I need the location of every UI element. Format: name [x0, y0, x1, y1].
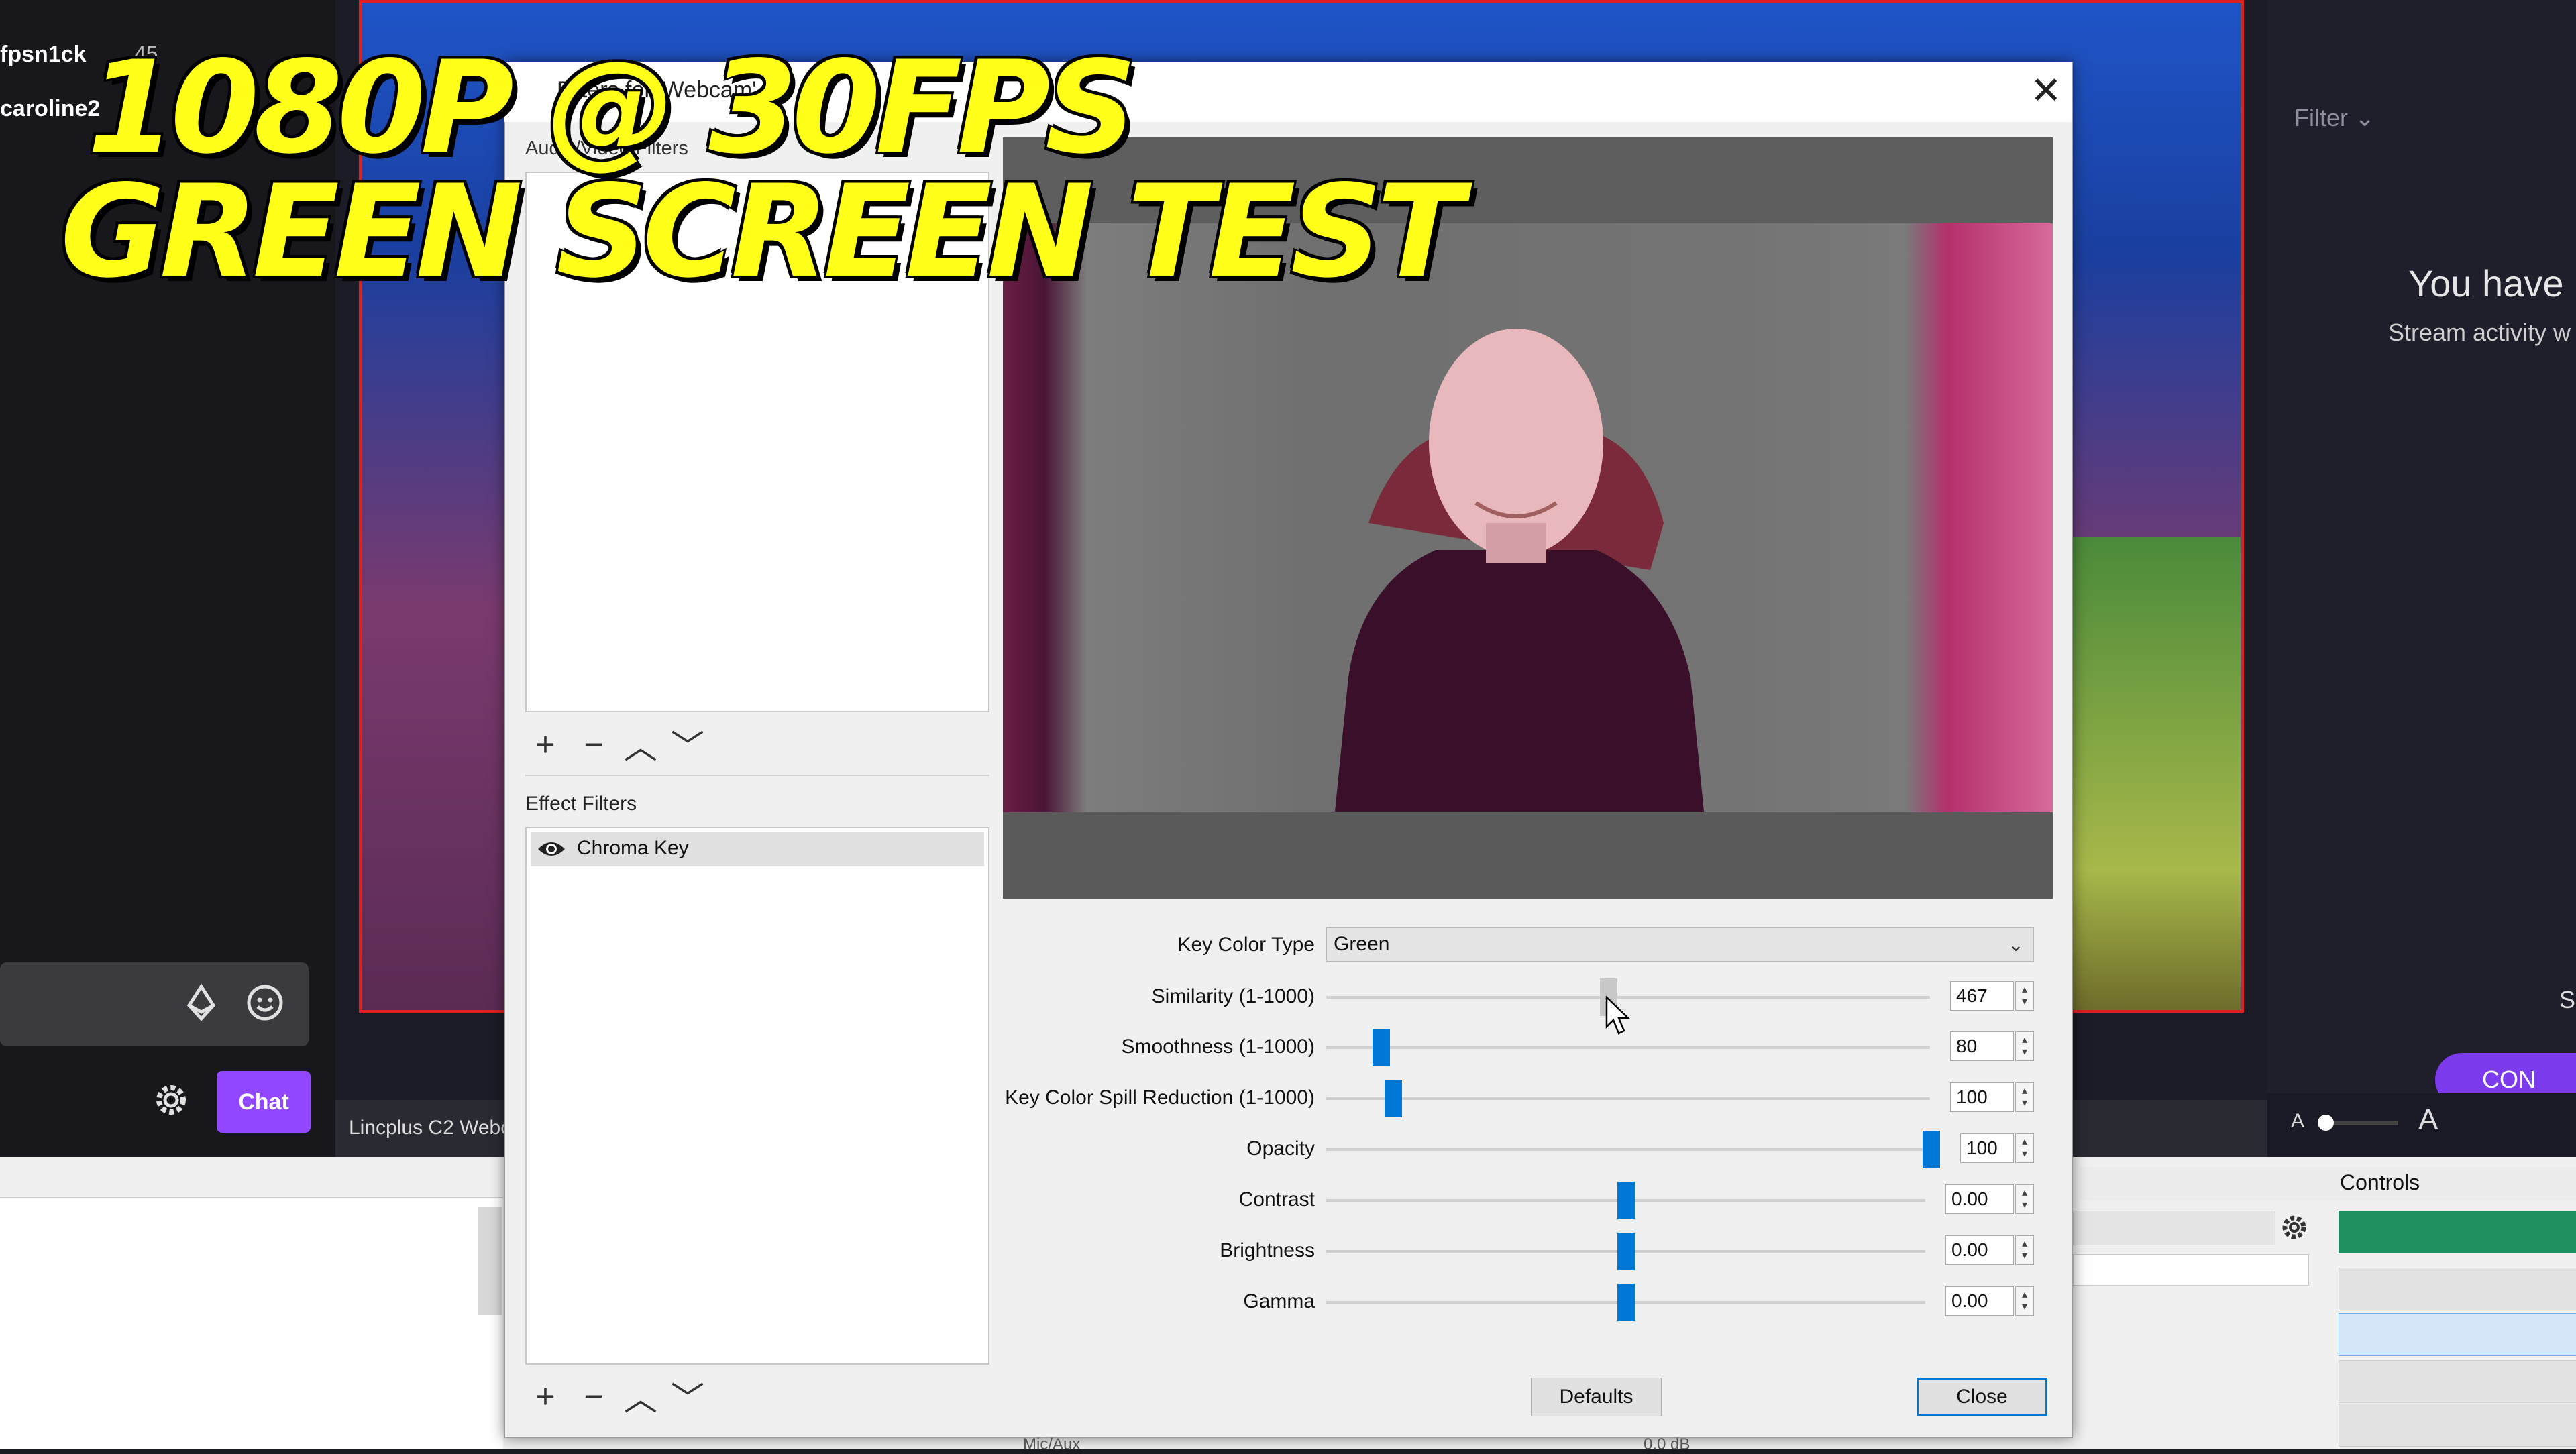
spinbox-arrows-icon[interactable]: ▴ ▾: [2015, 1031, 2034, 1061]
smoothness-slider-handle[interactable]: [1373, 1029, 1391, 1066]
emote-icon[interactable]: [245, 983, 285, 1023]
opacity-slider-handle[interactable]: [1923, 1131, 1940, 1168]
transition-select[interactable]: [2073, 1211, 2275, 1245]
close-button[interactable]: Close: [1917, 1378, 2047, 1416]
spinbox-arrows-icon[interactable]: ▴ ▾: [2015, 1235, 2034, 1265]
activity-filter-dropdown[interactable]: Filter ⌄: [2294, 104, 2375, 132]
activity-empty-subtitle: Stream activity w: [2388, 319, 2571, 346]
controls-dock-title: Controls: [2340, 1170, 2420, 1194]
person-silhouette: [1234, 302, 1798, 812]
gear-icon[interactable]: [2277, 1211, 2311, 1244]
spill-label: Key Color Spill Reduction (1-1000): [1005, 1086, 1315, 1109]
spinbox-arrows-icon[interactable]: ▴ ▾: [2015, 1184, 2034, 1214]
spill-slider-handle[interactable]: [1384, 1080, 1402, 1117]
eye-icon[interactable]: [537, 837, 566, 861]
move-down-button[interactable]: ﹀: [667, 1376, 708, 1418]
scenes-scrollbar[interactable]: [478, 1207, 502, 1315]
scenes-dock: [0, 1157, 503, 1449]
close-icon[interactable]: ✕: [2026, 67, 2066, 114]
remove-filter-button[interactable]: −: [574, 724, 614, 765]
video-title-overlay-line2: GREEN SCREEN TEST: [60, 158, 1464, 306]
remove-filter-button[interactable]: −: [574, 1376, 614, 1416]
spinbox-arrows-icon[interactable]: ▴ ▾: [2015, 1133, 2034, 1163]
brightness-slider-handle[interactable]: [1617, 1233, 1635, 1270]
move-down-button[interactable]: ﹀: [667, 724, 708, 766]
opacity-slider[interactable]: [1326, 1148, 1940, 1151]
gamma-slider-handle[interactable]: [1617, 1284, 1635, 1321]
transition-duration-input[interactable]: [2073, 1254, 2309, 1286]
activity-truncated-text: S: [2559, 986, 2576, 1013]
studio-mode-button[interactable]: [2339, 1360, 2576, 1403]
similarity-spinbox[interactable]: 467: [1950, 981, 2014, 1011]
activity-feed-panel: [2267, 0, 2576, 1157]
font-size-small-label: A: [2291, 1110, 2305, 1132]
connect-label: CON: [2482, 1066, 2536, 1093]
filter-item-label: Chroma Key: [577, 837, 689, 859]
mouse-cursor-icon: [1605, 995, 1632, 1036]
add-filter-button[interactable]: +: [525, 1376, 566, 1416]
opacity-spinbox[interactable]: 100: [1960, 1133, 2014, 1163]
smoothness-label: Smoothness (1-1000): [1121, 1036, 1316, 1058]
bits-icon[interactable]: [181, 983, 221, 1023]
spill-slider[interactable]: [1326, 1097, 1930, 1100]
controls-dock-header: [2080, 1167, 2576, 1200]
effect-filters-list[interactable]: [525, 827, 989, 1365]
contrast-spinbox[interactable]: 0.00: [1945, 1184, 2014, 1214]
effect-filters-label: Effect Filters: [525, 793, 637, 815]
source-name-label: Lincplus C2 Webca: [349, 1117, 522, 1139]
activity-empty-title: You have: [2408, 262, 2564, 304]
add-filter-button[interactable]: +: [525, 724, 566, 765]
mixer-channel-db: 0.0 dB: [1644, 1435, 1690, 1453]
similarity-label: Similarity (1-1000): [1151, 985, 1315, 1007]
preview-letterbox-bottom: [1003, 812, 2053, 899]
smoothness-slider[interactable]: [1326, 1046, 1930, 1049]
spinbox-arrows-icon[interactable]: ▴ ▾: [2015, 1082, 2034, 1112]
move-up-button[interactable]: ︿: [621, 1376, 661, 1418]
brightness-label: Brightness: [1220, 1239, 1315, 1262]
chevron-down-icon: ⌄: [2008, 934, 2024, 955]
chat-username[interactable]: caroline2: [0, 96, 100, 122]
chevron-down-icon: ⌄: [2355, 104, 2375, 131]
smoothness-spinbox[interactable]: 80: [1950, 1031, 2014, 1061]
contrast-label: Contrast: [1238, 1188, 1315, 1211]
spinbox-arrows-icon[interactable]: ▴ ▾: [2015, 981, 2034, 1011]
font-size-slider-handle[interactable]: [2318, 1115, 2334, 1131]
start-recording-button[interactable]: [2339, 1268, 2576, 1310]
spill-spinbox[interactable]: 100: [1950, 1082, 2014, 1112]
defaults-button[interactable]: Defaults: [1531, 1378, 1662, 1416]
gamma-spinbox[interactable]: 0.00: [1945, 1286, 2014, 1316]
key-color-type-select[interactable]: Green: [1326, 927, 2034, 962]
start-streaming-button[interactable]: [2339, 1211, 2576, 1253]
opacity-label: Opacity: [1246, 1137, 1315, 1160]
key-color-type-value: Green: [1334, 933, 1390, 955]
chat-username[interactable]: fpsn1ck: [0, 42, 87, 68]
virtual-camera-button[interactable]: [2339, 1313, 2576, 1356]
settings-button[interactable]: [2339, 1404, 2576, 1447]
contrast-slider-handle[interactable]: [1617, 1182, 1635, 1219]
mixer-channel-label: Mic/Aux: [1023, 1435, 1081, 1453]
key-color-type-label: Key Color Type: [1177, 934, 1315, 956]
brightness-spinbox[interactable]: 0.00: [1945, 1235, 2014, 1265]
gear-icon[interactable]: [151, 1080, 191, 1120]
scenes-dock-header: [0, 1157, 503, 1198]
filter-label: Filter: [2294, 104, 2348, 131]
move-up-button[interactable]: ︿: [621, 724, 661, 766]
divider: [525, 775, 989, 776]
spinbox-arrows-icon[interactable]: ▴ ▾: [2015, 1286, 2034, 1316]
chat-button[interactable]: Chat: [217, 1071, 311, 1133]
gamma-label: Gamma: [1243, 1290, 1315, 1312]
font-size-large-label: A: [2418, 1103, 2438, 1136]
